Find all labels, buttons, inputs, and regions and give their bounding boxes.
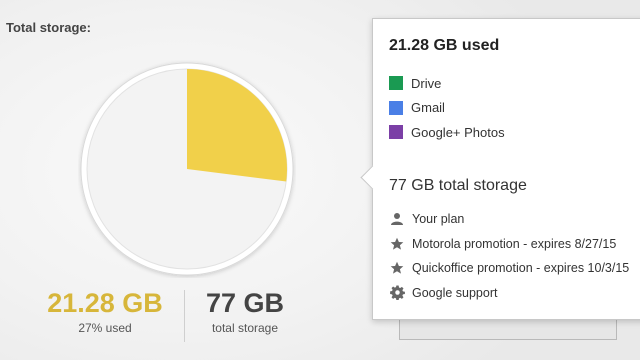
link-label: Quickoffice promotion - expires 10/3/15 — [412, 261, 630, 276]
legend-label: Gmail — [411, 100, 445, 116]
hidden-button-under-popup[interactable] — [399, 319, 617, 340]
link-label: Motorola promotion - expires 8/27/15 — [412, 236, 617, 251]
star-icon — [389, 260, 405, 276]
drive-swatch — [389, 76, 403, 91]
link-motorola-promotion[interactable]: Motorola promotion - expires 8/27/15 — [389, 232, 629, 257]
link-your-plan[interactable]: Your plan — [389, 207, 629, 232]
total-stat: 77 GB total storage — [190, 286, 300, 336]
used-stat: 21.28 GB 27% used — [30, 286, 180, 336]
storage-details-popup: 21.28 GB used Drive Gmail Google+ Photos… — [360, 18, 640, 320]
storage-stats: 21.28 GB 27% used 77 GB total storage — [0, 286, 370, 346]
section-title: Total storage: — [6, 20, 91, 35]
pie-used-slice — [187, 69, 287, 182]
gmail-swatch — [389, 100, 403, 115]
legend-item-drive: Drive — [389, 71, 505, 96]
gear-icon — [389, 285, 405, 301]
storage-pie-chart — [78, 60, 296, 278]
popup-links: Your plan Motorola promotion - expires 8… — [389, 207, 629, 305]
used-value: 21.28 GB — [47, 288, 163, 318]
total-caption: total storage — [211, 321, 279, 335]
photos-swatch — [389, 125, 403, 140]
total-value: 77 GB — [205, 288, 285, 318]
stats-divider — [184, 290, 185, 342]
link-label: Your plan — [412, 212, 465, 227]
link-quickoffice-promotion[interactable]: Quickoffice promotion - expires 10/3/15 — [389, 256, 629, 281]
person-icon — [389, 211, 405, 227]
link-label: Google support — [412, 285, 498, 300]
star-icon — [389, 236, 405, 252]
legend-item-photos: Google+ Photos — [389, 120, 505, 145]
legend-label: Drive — [411, 75, 442, 91]
popup-title: 21.28 GB used — [389, 37, 500, 54]
total-storage-line: 77 GB total storage — [389, 177, 527, 194]
link-google-support[interactable]: Google support — [389, 281, 629, 306]
usage-legend: Drive Gmail Google+ Photos — [389, 71, 505, 145]
used-caption: 27% used — [78, 321, 132, 335]
legend-label: Google+ Photos — [411, 124, 505, 140]
legend-item-gmail: Gmail — [389, 96, 505, 121]
